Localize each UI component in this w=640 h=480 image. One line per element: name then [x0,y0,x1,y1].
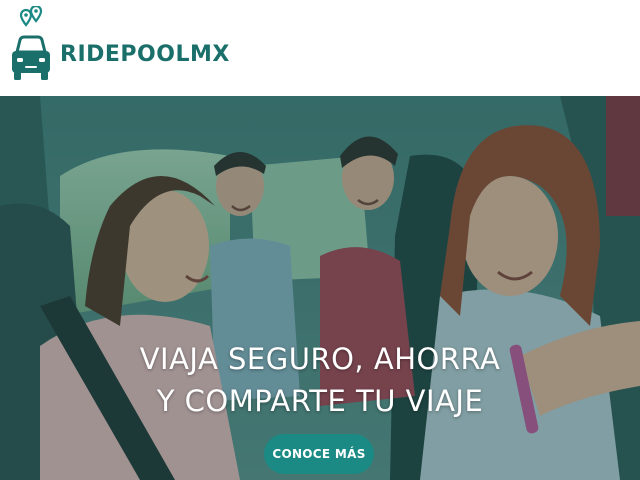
brand-logo[interactable]: RIDEPOOLMX [8,6,230,84]
hero-banner: VIAJA SEGURO, AHORRA Y COMPARTE TU VIAJE… [0,96,640,480]
hero-heading: VIAJA SEGURO, AHORRA Y COMPARTE TU VIAJE [0,338,640,422]
car-with-location-pins-icon [12,6,50,80]
brand-name: RIDEPOOLMX [60,41,230,67]
hero-heading-line-2: Y COMPARTE TU VIAJE [156,384,484,418]
hero-overlay [0,96,640,480]
hero-heading-line-1: VIAJA SEGURO, AHORRA [139,342,501,376]
site-header: RIDEPOOLMX [0,0,640,96]
learn-more-button[interactable]: CONOCE MÁS [264,434,374,474]
